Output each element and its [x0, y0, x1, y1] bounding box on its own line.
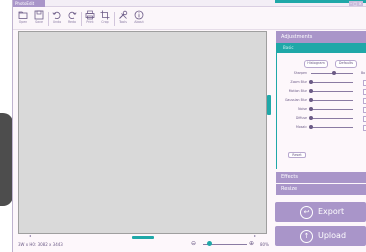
- toolbar: Open Save Undo Redo Print Crop Tools Abo…: [13, 8, 366, 30]
- scroll-right-arrow[interactable]: ▸: [254, 233, 256, 238]
- slider-label: Motion Blur: [288, 89, 307, 93]
- slider-row: Sharpen Bo: [277, 70, 366, 76]
- slider-label: Sharpen: [293, 71, 307, 75]
- window-controls[interactable]: – □ ×: [349, 1, 363, 6]
- save-button[interactable]: Save: [32, 10, 46, 28]
- printer-icon: [85, 10, 95, 20]
- slider-thumb[interactable]: [332, 71, 337, 75]
- image-dimensions: 3W x H0: 3082 x 3443: [18, 242, 63, 247]
- save-icon: [34, 10, 44, 20]
- adjustments-panel: Adjustments Basic Histogram Defaults Sha…: [275, 31, 366, 195]
- title-bar: PhotoEdit – □ ×: [13, 0, 366, 7]
- slider-value: Bo: [361, 71, 366, 75]
- slider-thumb[interactable]: [309, 107, 313, 111]
- slider-track[interactable]: [311, 100, 353, 101]
- upload-button[interactable]: ↑ Upload: [275, 226, 366, 246]
- export-label: Export: [318, 207, 345, 216]
- basic-subheader[interactable]: Basic: [277, 43, 366, 53]
- vertical-scrollbar[interactable]: [267, 95, 271, 115]
- export-button[interactable]: ↩ Export: [275, 202, 366, 222]
- histogram-button[interactable]: Histogram: [304, 60, 328, 68]
- open-button[interactable]: Open: [16, 10, 30, 28]
- slider-row: Noise: [277, 106, 366, 113]
- slider-track[interactable]: [311, 82, 353, 83]
- about-label: About: [134, 20, 144, 24]
- slider-thumb[interactable]: [309, 98, 313, 102]
- slider-label: Diffuse: [295, 116, 307, 120]
- slider-row: Motion Blur: [277, 88, 366, 95]
- undo-label: Undo: [52, 20, 62, 24]
- undo-button[interactable]: Undo: [50, 10, 64, 28]
- redo-icon: [68, 11, 77, 19]
- crop-button[interactable]: Crop: [98, 10, 112, 28]
- undo-icon: [52, 11, 61, 19]
- print-label: Print: [86, 20, 94, 24]
- upload-label: Upload: [318, 231, 347, 240]
- toolbar-divider: [48, 12, 49, 26]
- tools-label: Tools: [119, 20, 127, 24]
- zoom-in-icon[interactable]: ⊕: [249, 240, 254, 247]
- slider-row: Zoom Blur: [277, 79, 366, 86]
- redo-button[interactable]: Redo: [65, 10, 79, 28]
- slider-row: Mosaic: [277, 124, 366, 131]
- zoom-out-icon[interactable]: ⊖: [191, 240, 196, 247]
- horizontal-scrollbar[interactable]: [132, 236, 154, 239]
- upload-icon: ↑: [300, 230, 313, 243]
- save-label: Save: [35, 20, 43, 24]
- about-button[interactable]: About: [132, 10, 146, 28]
- slider-row: Diffuse: [277, 115, 366, 122]
- toolbar-divider: [114, 12, 115, 26]
- slider-track[interactable]: [311, 91, 353, 92]
- image-canvas[interactable]: [18, 31, 267, 234]
- export-icon: ↩: [300, 206, 313, 219]
- folder-icon: [18, 11, 28, 19]
- slider-thumb[interactable]: [309, 125, 313, 129]
- tools-button[interactable]: Tools: [116, 10, 130, 28]
- slider-track[interactable]: [311, 109, 353, 110]
- info-icon: [134, 10, 144, 20]
- slider-label: Mosaic: [296, 125, 307, 129]
- slider-label: Zoom Blur: [290, 80, 307, 84]
- effects-header[interactable]: Effects: [276, 172, 366, 183]
- slider-row: Gaussian Blur: [277, 97, 366, 104]
- tools-icon: [119, 10, 128, 19]
- crop-label: Crop: [101, 20, 109, 24]
- scroll-left-arrow[interactable]: ◂: [29, 233, 31, 238]
- print-button[interactable]: Print: [83, 10, 97, 28]
- slider-thumb[interactable]: [309, 89, 313, 93]
- toolbar-divider: [81, 12, 82, 26]
- reset-button[interactable]: Reset: [288, 152, 306, 158]
- slider-thumb[interactable]: [309, 80, 313, 84]
- slider-track[interactable]: [311, 127, 353, 128]
- canvas-area: [15, 31, 267, 236]
- crop-icon: [100, 10, 110, 20]
- slider-label: Noise: [298, 107, 307, 111]
- defaults-button[interactable]: Defaults: [335, 60, 357, 68]
- slider-track[interactable]: [311, 118, 353, 119]
- adjustments-header[interactable]: Adjustments: [276, 31, 366, 43]
- redo-label: Redo: [67, 20, 76, 24]
- resize-header[interactable]: Resize: [276, 184, 366, 195]
- open-label: Open: [18, 20, 28, 24]
- slider-label: Gaussian Blur: [284, 98, 307, 102]
- slider-thumb[interactable]: [309, 116, 313, 120]
- window-title: PhotoEdit: [13, 0, 45, 7]
- zoom-value: 80%: [260, 242, 269, 247]
- adjustments-body: Basic Histogram Defaults Sharpen Bo Zoom…: [276, 43, 366, 169]
- zoom-slider-thumb[interactable]: [207, 241, 212, 246]
